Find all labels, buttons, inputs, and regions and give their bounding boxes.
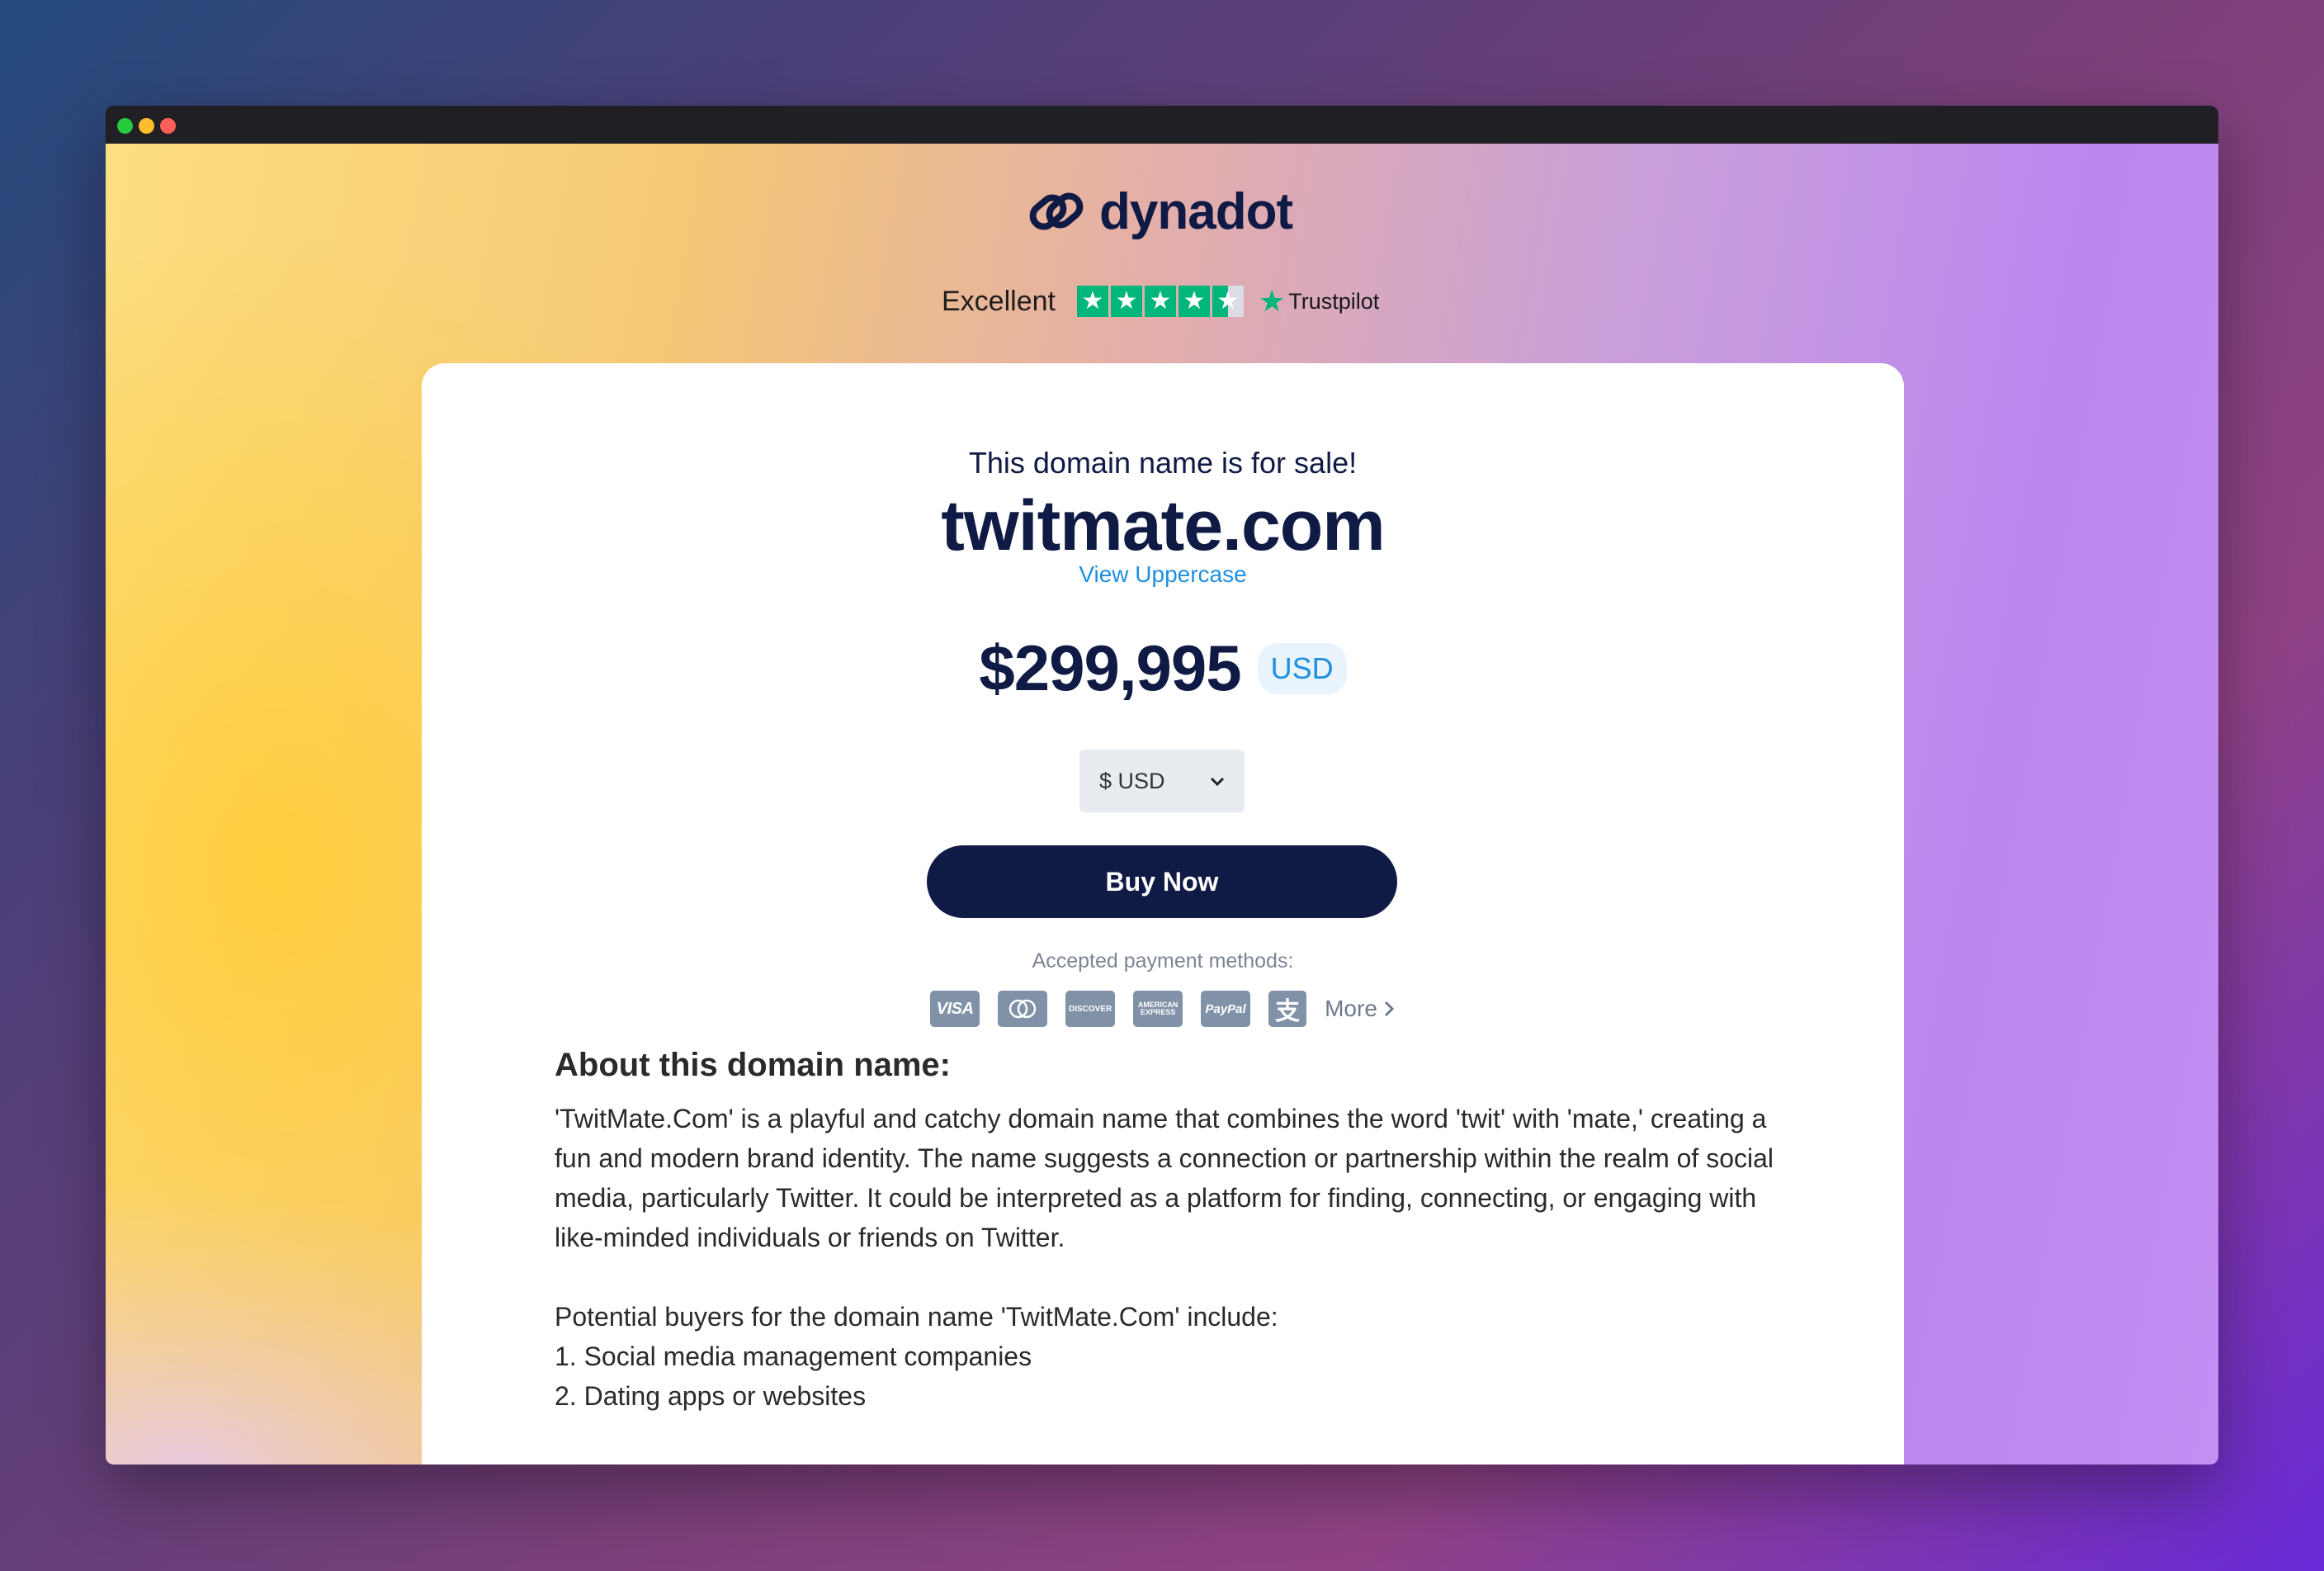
listing-card: This domain name is for sale! twitmate.c… <box>422 363 1904 1465</box>
currency-select-value: $ USD <box>1099 768 1165 793</box>
domain-name: twitmate.com <box>941 486 1386 565</box>
alipay-icon: 支 <box>1268 991 1307 1027</box>
about-section: About this domain name: 'TwitMate.Com' i… <box>555 1047 1776 1416</box>
star-icon: ★ <box>1178 286 1210 317</box>
paypal-icon: PayPal <box>1201 991 1251 1027</box>
trustpilot-star-icon: ★ <box>1258 284 1286 318</box>
buy-now-button[interactable]: Buy Now <box>927 845 1397 918</box>
half-star-icon: ★ <box>1212 286 1244 317</box>
currency-select[interactable]: $ USD <box>1079 750 1245 812</box>
logo-text: dynadot <box>1099 182 1293 240</box>
chevron-down-icon <box>1210 777 1225 787</box>
payment-methods-label: Accepted payment methods: <box>1032 949 1294 972</box>
rating-label: Excellent <box>942 285 1056 317</box>
for-sale-heading: This domain name is for sale! <box>968 446 1358 480</box>
window-titlebar <box>106 106 2218 144</box>
visa-icon: VISA <box>930 991 980 1027</box>
list-item: 1. Social media management companies <box>555 1342 1032 1371</box>
more-payments-link[interactable]: More <box>1325 996 1396 1022</box>
window-minimize-button[interactable] <box>139 118 154 134</box>
mastercard-icon <box>998 991 1048 1027</box>
about-paragraph: 'TwitMate.Com' is a playful and catchy d… <box>555 1104 1774 1252</box>
window-maximize-button[interactable] <box>117 118 133 134</box>
about-title: About this domain name: <box>555 1047 951 1083</box>
price-value: $299,995 <box>979 632 1241 704</box>
dynadot-logo[interactable]: dynadot <box>1025 177 1293 246</box>
page-viewport: dynadot Excellent ★ ★ ★ ★ ★ ★ Trustpilot… <box>106 144 2218 1465</box>
chain-link-icon <box>1029 192 1084 230</box>
payment-methods: VISA DISCOVER AMERICAN EXPRESS PayPal 支 M… <box>422 991 1904 1027</box>
discover-icon: DISCOVER <box>1065 991 1116 1027</box>
currency-badge: USD <box>1257 642 1347 694</box>
star-icon: ★ <box>1076 286 1108 317</box>
view-uppercase-link[interactable]: View Uppercase <box>422 561 1904 588</box>
trustpilot-rating[interactable]: Excellent ★ ★ ★ ★ ★ ★ Trustpilot <box>942 281 1379 322</box>
rating-stars: ★ ★ ★ ★ ★ <box>1076 286 1244 317</box>
chevron-right-icon <box>1384 1001 1395 1017</box>
buyers-intro: Potential buyers for the domain name 'Tw… <box>555 1302 1278 1332</box>
star-icon: ★ <box>1110 286 1142 317</box>
price-row: $299,995 USD <box>422 631 1904 706</box>
more-label[interactable]: More <box>1325 996 1377 1022</box>
trustpilot-logo-text: Trustpilot <box>1288 288 1380 314</box>
browser-window: dynadot Excellent ★ ★ ★ ★ ★ ★ Trustpilot… <box>106 106 2218 1465</box>
view-uppercase-label[interactable]: View Uppercase <box>1079 561 1246 587</box>
amex-icon: AMERICAN EXPRESS <box>1133 991 1183 1027</box>
star-icon: ★ <box>1144 286 1176 317</box>
list-item: 2. Dating apps or websites <box>555 1381 867 1411</box>
window-close-button[interactable] <box>160 118 176 134</box>
